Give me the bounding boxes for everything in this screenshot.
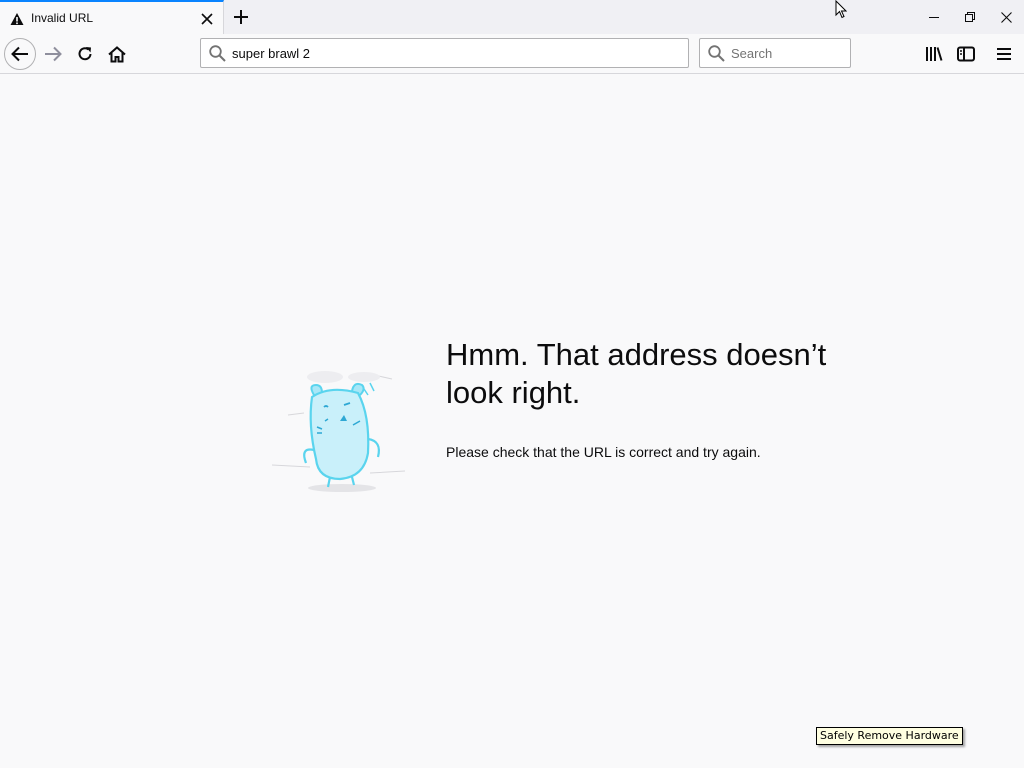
error-description: Please check that the URL is correct and…	[446, 444, 761, 460]
system-tooltip: Safely Remove Hardware	[816, 727, 963, 745]
restore-icon	[965, 12, 975, 22]
restore-button[interactable]	[960, 8, 980, 26]
sidebar-icon	[957, 46, 975, 62]
minimize-button[interactable]	[924, 8, 944, 26]
reload-icon	[78, 47, 92, 61]
reload-button[interactable]	[69, 38, 101, 70]
back-button[interactable]	[4, 38, 36, 70]
navigation-toolbar	[0, 34, 1024, 74]
tab-invalid-url[interactable]: Invalid URL	[0, 0, 224, 34]
address-bar[interactable]	[200, 38, 689, 68]
new-tab-button[interactable]	[230, 6, 252, 28]
url-input[interactable]	[232, 44, 672, 62]
sidebar-button[interactable]	[950, 38, 982, 70]
home-icon	[108, 45, 126, 62]
search-icon	[708, 45, 725, 66]
library-button[interactable]	[918, 38, 950, 70]
home-button[interactable]	[101, 38, 133, 70]
search-bar[interactable]	[699, 38, 851, 68]
tab-strip: Invalid URL	[0, 0, 1024, 34]
hamburger-menu-icon	[997, 48, 1011, 60]
error-title: Hmm. That address doesn’t look right.	[446, 337, 827, 410]
forward-button[interactable]	[37, 38, 69, 70]
close-icon	[1000, 11, 1012, 23]
back-arrow-icon	[11, 46, 28, 62]
tab-title: Invalid URL	[31, 11, 94, 25]
search-input[interactable]	[731, 44, 846, 62]
library-icon	[926, 47, 943, 61]
search-icon	[209, 45, 226, 66]
warning-icon	[10, 11, 24, 25]
close-window-button[interactable]	[996, 8, 1016, 26]
forward-arrow-icon	[45, 46, 62, 62]
error-illustration	[270, 355, 415, 500]
close-tab-icon[interactable]	[198, 10, 216, 28]
confused-hamster-icon	[271, 371, 406, 492]
mouse-cursor-icon	[835, 0, 848, 23]
minimize-icon	[929, 17, 939, 18]
open-menu-button[interactable]	[988, 38, 1020, 70]
plus-icon	[234, 10, 248, 24]
